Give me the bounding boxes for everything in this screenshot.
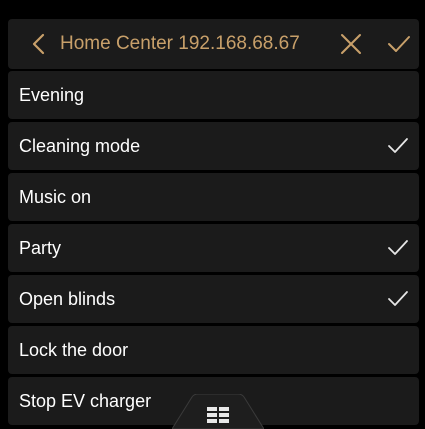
scene-label: Cleaning mode	[19, 136, 141, 156]
checkmark-icon	[388, 36, 410, 52]
scene-label: Lock the door	[19, 340, 129, 360]
scene-label: Evening	[19, 85, 85, 105]
scene-item-lock-the-door[interactable]: Lock the door	[8, 326, 419, 374]
scene-item-open-blinds[interactable]: Open blinds	[8, 275, 419, 323]
scene-list: Evening Cleaning mode Music on Party Ope…	[8, 71, 419, 428]
checkmark-icon	[388, 291, 408, 306]
header-bar: Home Center 192.168.68.67	[8, 19, 419, 69]
scene-label: Music on	[19, 187, 92, 207]
close-button[interactable]	[338, 31, 364, 57]
back-button[interactable]	[26, 31, 52, 57]
grid-menu-icon	[207, 407, 229, 423]
scene-label: Open blinds	[19, 289, 116, 309]
close-icon	[341, 34, 361, 54]
checkmark-icon	[388, 138, 408, 153]
confirm-button[interactable]	[386, 31, 412, 57]
checkmark-icon	[388, 240, 408, 255]
scene-item-music-on[interactable]: Music on	[8, 173, 419, 221]
scene-item-party[interactable]: Party	[8, 224, 419, 272]
chevron-left-icon	[32, 33, 45, 55]
bottom-menu-tab[interactable]	[171, 393, 265, 429]
header-title: Home Center 192.168.68.67	[60, 33, 300, 54]
scene-item-evening[interactable]: Evening	[8, 71, 419, 119]
scene-label: Stop EV charger	[19, 391, 152, 411]
scene-label: Party	[19, 238, 62, 258]
scene-item-cleaning-mode[interactable]: Cleaning mode	[8, 122, 419, 170]
scene-selection-screen: Home Center 192.168.68.67 Evening Cleani…	[0, 0, 425, 429]
